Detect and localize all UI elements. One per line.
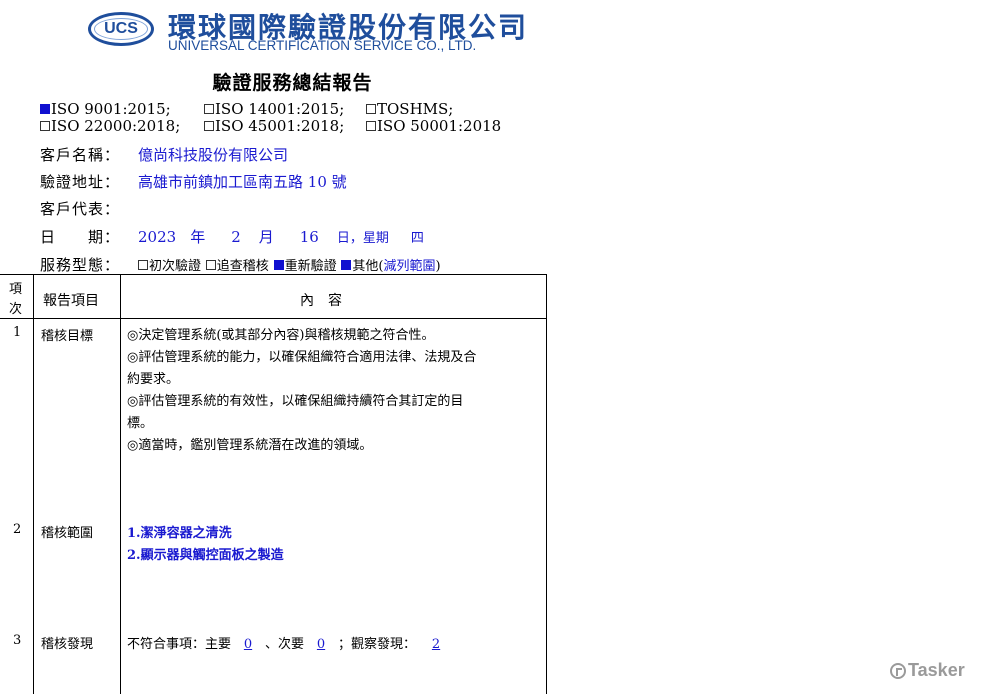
date-weekday: 四 <box>410 231 424 246</box>
checkbox-other[interactable] <box>341 260 352 270</box>
col-header-item: 報告項目 <box>43 293 99 309</box>
date-year-unit: 年 <box>190 228 206 246</box>
table-header-divider <box>0 318 547 319</box>
standard-label: ISO 45001:2018; <box>215 117 345 135</box>
row-1-line: ◎決定管理系統(或其部分內容)與稽核規範之符合性。 <box>127 328 435 343</box>
date-row: 日 期： 2023 年 2 月 16 日，星期 四 <box>40 226 424 247</box>
date-day-unit: 日，星期 <box>336 231 389 246</box>
service-other-note: 減列範圍 <box>383 259 436 274</box>
finding-minor-count: 0 <box>316 637 326 652</box>
standard-label: TOSHMS; <box>377 100 454 118</box>
service-option-label: 其他( <box>352 259 384 274</box>
finding-major-prefix: 不符合事項：主要 <box>127 637 232 652</box>
client-name-row: 客戶名稱： 億尚科技股份有限公司 <box>40 144 288 165</box>
row-2-no: 2 <box>13 522 22 537</box>
watermark-text: Tasker <box>908 660 965 680</box>
date-month: 2 <box>231 228 241 246</box>
checkbox-iso22000[interactable] <box>40 121 50 131</box>
col-header-content: 內 容 <box>300 293 342 309</box>
company-logo: UCS <box>88 12 154 46</box>
table-top-border <box>0 274 547 275</box>
standard-label: ISO 14001:2015; <box>215 100 345 118</box>
checkbox-iso14001[interactable] <box>204 104 214 114</box>
row-1-line: ◎評估管理系統的能力，以確保組織符合適用法律、法規及合 <box>127 350 477 365</box>
service-other-close: ) <box>435 259 441 274</box>
standards-row-2: ISO 22000:2018; ISO 45001:2018; ISO 50001:… <box>40 117 501 135</box>
standards-row-1: ISO 9001:2015; ISO 14001:2015; TOSHMS; <box>40 100 453 118</box>
row-2-line: 2.顯示器與觸控面板之製造 <box>127 548 284 563</box>
checkbox-recertification[interactable] <box>273 260 284 270</box>
checkbox-iso50001[interactable] <box>366 121 376 131</box>
date-label: 日 期： <box>40 228 121 246</box>
report-title: 驗證服務總結報告 <box>212 72 373 94</box>
row-1-line: 約要求。 <box>127 372 180 387</box>
address-label: 驗證地址： <box>40 173 121 191</box>
finding-observation-count: 2 <box>431 637 441 652</box>
client-name-value: 億尚科技股份有限公司 <box>138 146 289 164</box>
table-col-divider-2 <box>120 274 121 694</box>
logo-text: UCS <box>104 20 138 37</box>
date-day: 16 <box>299 228 319 246</box>
date-year: 2023 <box>138 228 177 246</box>
row-1-item: 稽核目標 <box>41 329 94 344</box>
finding-minor-prefix: 、次要 <box>265 637 305 652</box>
table-col-divider-1 <box>33 274 34 694</box>
row-1-no: 1 <box>13 325 22 340</box>
row-2-item: 稽核範圍 <box>41 526 94 541</box>
col-header-no-1: 項 <box>9 282 23 297</box>
finding-major-count: 0 <box>243 637 253 652</box>
table-right-border <box>546 274 547 694</box>
standard-label: ISO 9001:2015; <box>51 100 171 118</box>
tasker-logo-icon <box>890 662 906 679</box>
service-option-label: 初次驗證 <box>149 259 202 274</box>
date-month-unit: 月 <box>258 228 274 246</box>
checkbox-iso9001[interactable] <box>40 104 50 114</box>
row-1-line: 標。 <box>127 416 154 431</box>
service-type-label: 服務型態： <box>40 256 121 274</box>
row-2-line: 1.潔淨容器之清洗 <box>127 526 232 541</box>
row-1-line: ◎適當時，鑑別管理系統潛在改進的領域。 <box>127 438 373 453</box>
tasker-watermark: Tasker <box>890 660 965 681</box>
standard-label: ISO 22000:2018; <box>51 117 181 135</box>
company-name-en: UNIVERSAL CERTIFICATION SERVICE CO., LTD… <box>168 38 477 53</box>
checkbox-toshms[interactable] <box>366 104 376 114</box>
col-header-no-2: 次 <box>9 302 23 317</box>
representative-label: 客戶代表： <box>40 200 121 218</box>
finding-obs-prefix: ；觀察發現： <box>338 637 417 652</box>
standard-label: ISO 50001:2018 <box>377 117 502 135</box>
service-option-label: 追查稽核 <box>216 259 269 274</box>
checkbox-initial-certification[interactable] <box>138 260 148 270</box>
address-row: 驗證地址： 高雄市前鎮加工區南五路 10 號 <box>40 171 347 192</box>
service-type-row: 服務型態： 初次驗證 追查稽核 重新驗證 其他(減列範圍) <box>40 254 441 275</box>
address-value: 高雄市前鎮加工區南五路 10 號 <box>138 173 347 191</box>
row-3-findings: 不符合事項：主要 0 、次要 0 ；觀察發現： 2 <box>127 633 456 652</box>
row-3-item: 稽核發現 <box>41 637 94 652</box>
checkbox-surveillance-audit[interactable] <box>205 260 216 270</box>
row-1-line: ◎評估管理系統的有效性，以確保組織持續符合其訂定的目 <box>127 394 464 409</box>
row-3-no: 3 <box>13 633 22 648</box>
client-name-label: 客戶名稱： <box>40 146 121 164</box>
checkbox-iso45001[interactable] <box>204 121 214 131</box>
representative-row: 客戶代表： <box>40 198 138 219</box>
service-option-label: 重新驗證 <box>284 259 337 274</box>
